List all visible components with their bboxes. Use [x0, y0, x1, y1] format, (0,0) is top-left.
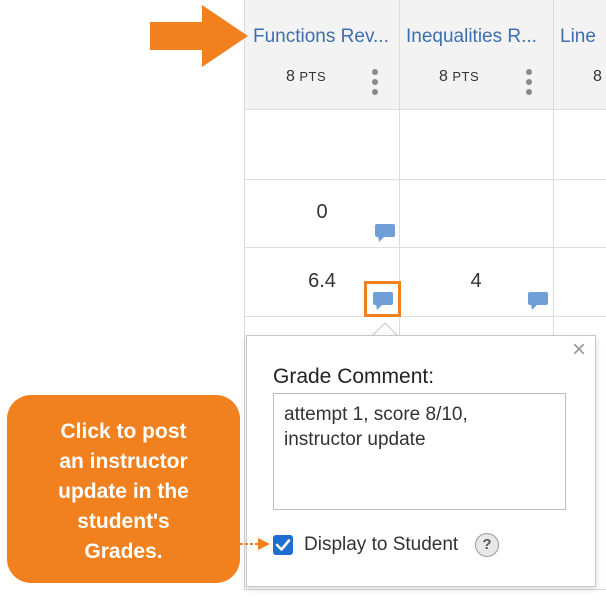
grid-header-row — [245, 0, 606, 110]
column-points-line: 8 — [593, 66, 606, 88]
points-unit: PTS — [452, 69, 480, 84]
help-icon[interactable]: ? — [475, 533, 499, 557]
row-divider — [245, 179, 606, 180]
points-value: 8 — [286, 68, 295, 85]
grade-cell[interactable]: 0 — [292, 201, 352, 224]
checkmark-icon — [275, 539, 291, 551]
comment-bubble-icon[interactable] — [527, 291, 549, 311]
points-value: 8 — [593, 68, 602, 85]
row-divider — [245, 247, 606, 248]
grade-cell[interactable]: 4 — [446, 270, 506, 293]
grade-cell[interactable]: 6.4 — [292, 270, 352, 293]
pointer-arrow-icon — [150, 5, 248, 67]
grade-comment-textarea[interactable]: attempt 1, score 8/10, instructor update — [273, 393, 566, 510]
column-menu-kebab-icon[interactable] — [371, 69, 379, 97]
pointer-arrow-icon — [240, 538, 270, 550]
display-to-student-checkbox[interactable] — [273, 535, 293, 555]
column-points-functions: 8 PTS — [286, 66, 326, 88]
display-to-student-label[interactable]: Display to Student — [304, 534, 458, 556]
column-points-inequalities: 8 PTS — [439, 66, 479, 88]
points-unit: PTS — [299, 69, 327, 84]
column-menu-kebab-icon[interactable] — [525, 69, 533, 97]
comment-bubble-icon[interactable] — [374, 223, 396, 243]
row-divider — [245, 316, 606, 317]
comment-icon-highlight — [364, 281, 401, 317]
instruction-callout-text: Click to post an instructor update in th… — [58, 420, 189, 563]
points-value: 8 — [439, 68, 448, 85]
column-header-functions[interactable]: Functions Rev... — [253, 24, 395, 50]
close-icon[interactable]: × — [569, 338, 589, 362]
column-header-line[interactable]: Line — [560, 24, 606, 50]
column-divider — [553, 0, 554, 335]
column-header-inequalities[interactable]: Inequalities R... — [406, 24, 546, 50]
grade-comment-label: Grade Comment: — [273, 365, 435, 388]
